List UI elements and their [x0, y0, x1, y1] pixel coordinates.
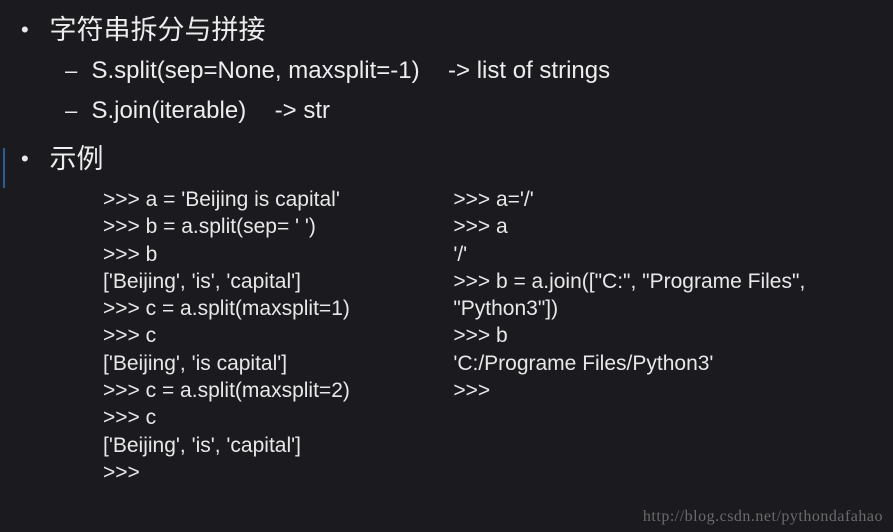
code-left: >>> a = 'Beijing is capital' >>> b = a.s… — [103, 186, 399, 486]
left-border — [3, 148, 5, 188]
method-split-ret: -> list of strings — [448, 57, 610, 84]
method-list: S.split(sep=None, maxsplit=-1) -> list o… — [45, 57, 893, 125]
heading-split-join: 字符串拆分与拼接 — [49, 15, 265, 45]
code-right: >>> a='/' >>> a '/' >>> b = a.join(["C:"… — [453, 186, 893, 486]
method-join-ret: -> str — [275, 97, 330, 124]
code-columns: >>> a = 'Beijing is capital' >>> b = a.s… — [45, 186, 893, 486]
method-split: S.split(sep=None, maxsplit=-1) -> list o… — [87, 57, 893, 85]
method-join: S.join(iterable) -> str — [87, 97, 893, 125]
watermark: http://blog.csdn.net/pythondafahao — [643, 508, 883, 526]
heading-example: 示例 — [49, 144, 103, 174]
method-join-sig: S.join(iterable) — [91, 97, 246, 124]
slide-content: 字符串拆分与拼接 S.split(sep=None, maxsplit=-1) … — [3, 8, 893, 486]
method-split-sig: S.split(sep=None, maxsplit=-1) — [91, 57, 419, 84]
